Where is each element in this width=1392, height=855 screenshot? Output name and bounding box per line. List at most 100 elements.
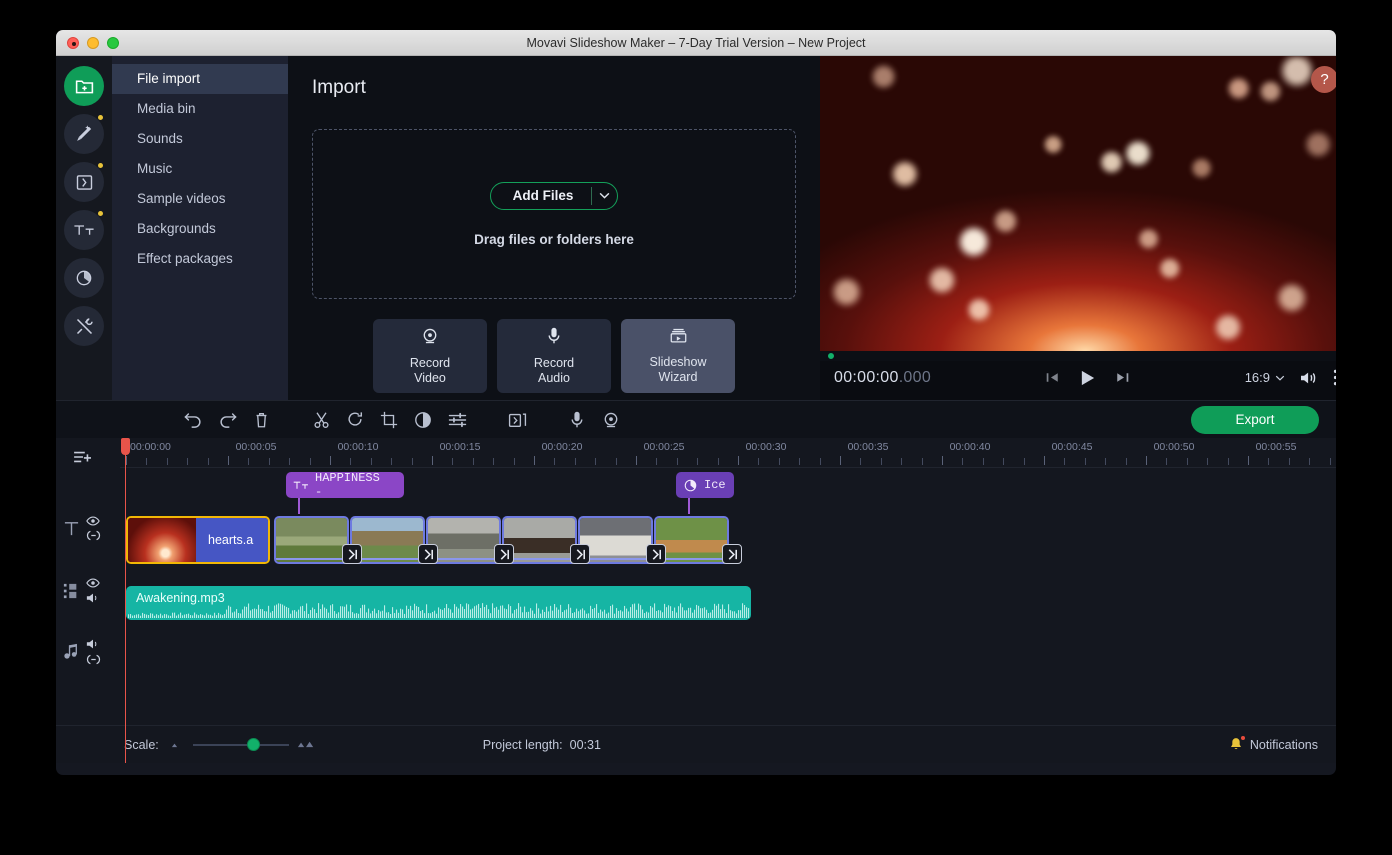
clip-underline	[504, 558, 575, 560]
ruler-tick	[676, 458, 678, 465]
eye-icon[interactable]	[86, 516, 101, 526]
clip-transition-icon[interactable]	[570, 544, 590, 564]
rail-item-filters[interactable]	[64, 114, 104, 154]
folder-add-icon	[74, 76, 95, 97]
nav-item-sounds[interactable]: Sounds	[112, 124, 288, 154]
action-record-video[interactable]: Record Video	[373, 319, 487, 393]
clip-transition-icon[interactable]	[342, 544, 362, 564]
scale-knob[interactable]	[246, 737, 260, 751]
record-voice-button[interactable]	[560, 405, 594, 435]
audio-clip[interactable]: Awakening.mp3	[126, 586, 751, 620]
preview-progress-bar[interactable]	[820, 351, 1336, 361]
clip-transition-icon[interactable]	[494, 544, 514, 564]
crop-button[interactable]	[372, 405, 406, 435]
rail-item-transitions[interactable]	[64, 162, 104, 202]
ruler-tick	[1268, 458, 1270, 465]
rail-item-titles[interactable]	[64, 210, 104, 250]
scissors-icon	[313, 411, 330, 429]
next-frame-button[interactable]	[1113, 370, 1130, 385]
nav-item-media-bin[interactable]: Media bin	[112, 94, 288, 124]
add-files-dropdown[interactable]	[591, 186, 617, 205]
ruler-tick	[982, 458, 984, 465]
ruler-tick	[615, 458, 617, 465]
split-button[interactable]	[304, 405, 338, 435]
titles-icon	[72, 220, 96, 240]
time-ruler[interactable]: 00:00:00 00:00:05 00:00:10 00:00:15 00:00:20…	[120, 438, 1336, 468]
ruler-label: 00:00:30	[745, 441, 787, 453]
chevron-down-icon	[1275, 375, 1285, 381]
audio-lane[interactable]: Awakening.mp3	[120, 586, 1336, 622]
trash-icon	[254, 411, 269, 429]
speaker-icon[interactable]	[86, 638, 101, 650]
ruler-tick	[840, 456, 841, 465]
timeline-lanes[interactable]: 00:00:00 00:00:05 00:00:10 00:00:15 00:00:20…	[120, 438, 1336, 763]
undo-button[interactable]	[176, 405, 210, 435]
transition-icon	[74, 172, 95, 193]
link-icon[interactable]	[86, 530, 101, 541]
rail-item-stickers[interactable]	[64, 258, 104, 298]
clip-thumbnail	[128, 518, 196, 562]
new-badge-dot	[98, 211, 103, 216]
aspect-ratio-select[interactable]: 16:9	[1245, 370, 1285, 385]
play-button[interactable]	[1079, 369, 1096, 387]
clip-transition-icon[interactable]	[722, 544, 742, 564]
add-track-button[interactable]	[72, 449, 94, 470]
record-webcam-button[interactable]	[594, 405, 628, 435]
titles-lane[interactable]: HAPPINESS - Ice	[120, 471, 1336, 514]
clip-transition-icon[interactable]	[646, 544, 666, 564]
nav-item-file-import[interactable]: File import	[112, 64, 288, 94]
clip-transition-icon[interactable]	[418, 544, 438, 564]
nav-item-backgrounds[interactable]: Backgrounds	[112, 214, 288, 244]
zoom-out-icon[interactable]	[171, 740, 185, 750]
ruler-tick	[880, 458, 882, 465]
project-length-value: 00:31	[569, 737, 601, 752]
action-record-audio[interactable]: Record Audio	[497, 319, 611, 393]
timeline-clip[interactable]: hearts.a	[126, 516, 270, 564]
timeline-marker-title[interactable]: HAPPINESS -	[286, 471, 404, 514]
help-button[interactable]: ?	[1311, 66, 1336, 93]
redo-button[interactable]	[210, 405, 244, 435]
aspect-ratio-value: 16:9	[1244, 370, 1270, 385]
rail-item-tools[interactable]	[64, 306, 104, 346]
add-files-button[interactable]: Add Files	[489, 181, 619, 210]
more-options-button[interactable]	[1333, 369, 1336, 386]
properties-button[interactable]	[440, 405, 474, 435]
ruler-tick	[1125, 458, 1127, 465]
ruler-tick	[717, 458, 719, 465]
notifications-button[interactable]: Notifications	[1229, 736, 1318, 752]
volume-button[interactable]	[1299, 370, 1319, 386]
timeline-marker-filter[interactable]: Ice	[676, 472, 734, 514]
video-lane[interactable]: hearts.a	[120, 516, 1336, 566]
audio-clip-name: Awakening.mp3	[136, 591, 225, 605]
nav-item-music[interactable]: Music	[112, 154, 288, 184]
speaker-icon[interactable]	[86, 592, 100, 604]
delete-button[interactable]	[244, 405, 278, 435]
nav-item-effect-packages[interactable]: Effect packages	[112, 244, 288, 274]
file-dropzone[interactable]: Add Files Drag files or folders here	[312, 129, 796, 299]
callout-icon	[74, 268, 94, 288]
scale-track[interactable]	[192, 737, 289, 751]
zoom-in-icon[interactable]	[297, 739, 315, 750]
scale-slider[interactable]	[171, 737, 315, 751]
eye-icon[interactable]	[86, 578, 100, 588]
video-preview[interactable]: ?	[820, 56, 1336, 351]
ruler-tick	[432, 456, 433, 465]
previous-frame-button[interactable]	[1045, 370, 1062, 385]
ruler-tick	[513, 458, 515, 465]
ruler-tick	[207, 458, 209, 465]
export-button[interactable]: Export	[1191, 405, 1319, 434]
link-icon[interactable]	[86, 654, 101, 665]
filmstrip-icon	[56, 583, 86, 599]
edit-toolbar: Export	[56, 400, 1336, 438]
color-adjust-button[interactable]	[406, 405, 440, 435]
ruler-label: 00:00:10	[337, 441, 379, 453]
preview-progress-handle[interactable]	[826, 351, 836, 361]
rotate-button[interactable]	[338, 405, 372, 435]
sliders-icon	[448, 412, 467, 428]
transition-button[interactable]	[500, 405, 534, 435]
play-icon	[1082, 370, 1095, 385]
timeline-clip[interactable]	[274, 516, 349, 564]
nav-item-sample-videos[interactable]: Sample videos	[112, 184, 288, 214]
action-slideshow-wizard[interactable]: Slideshow Wizard	[621, 319, 735, 393]
rail-item-import[interactable]	[64, 66, 104, 106]
